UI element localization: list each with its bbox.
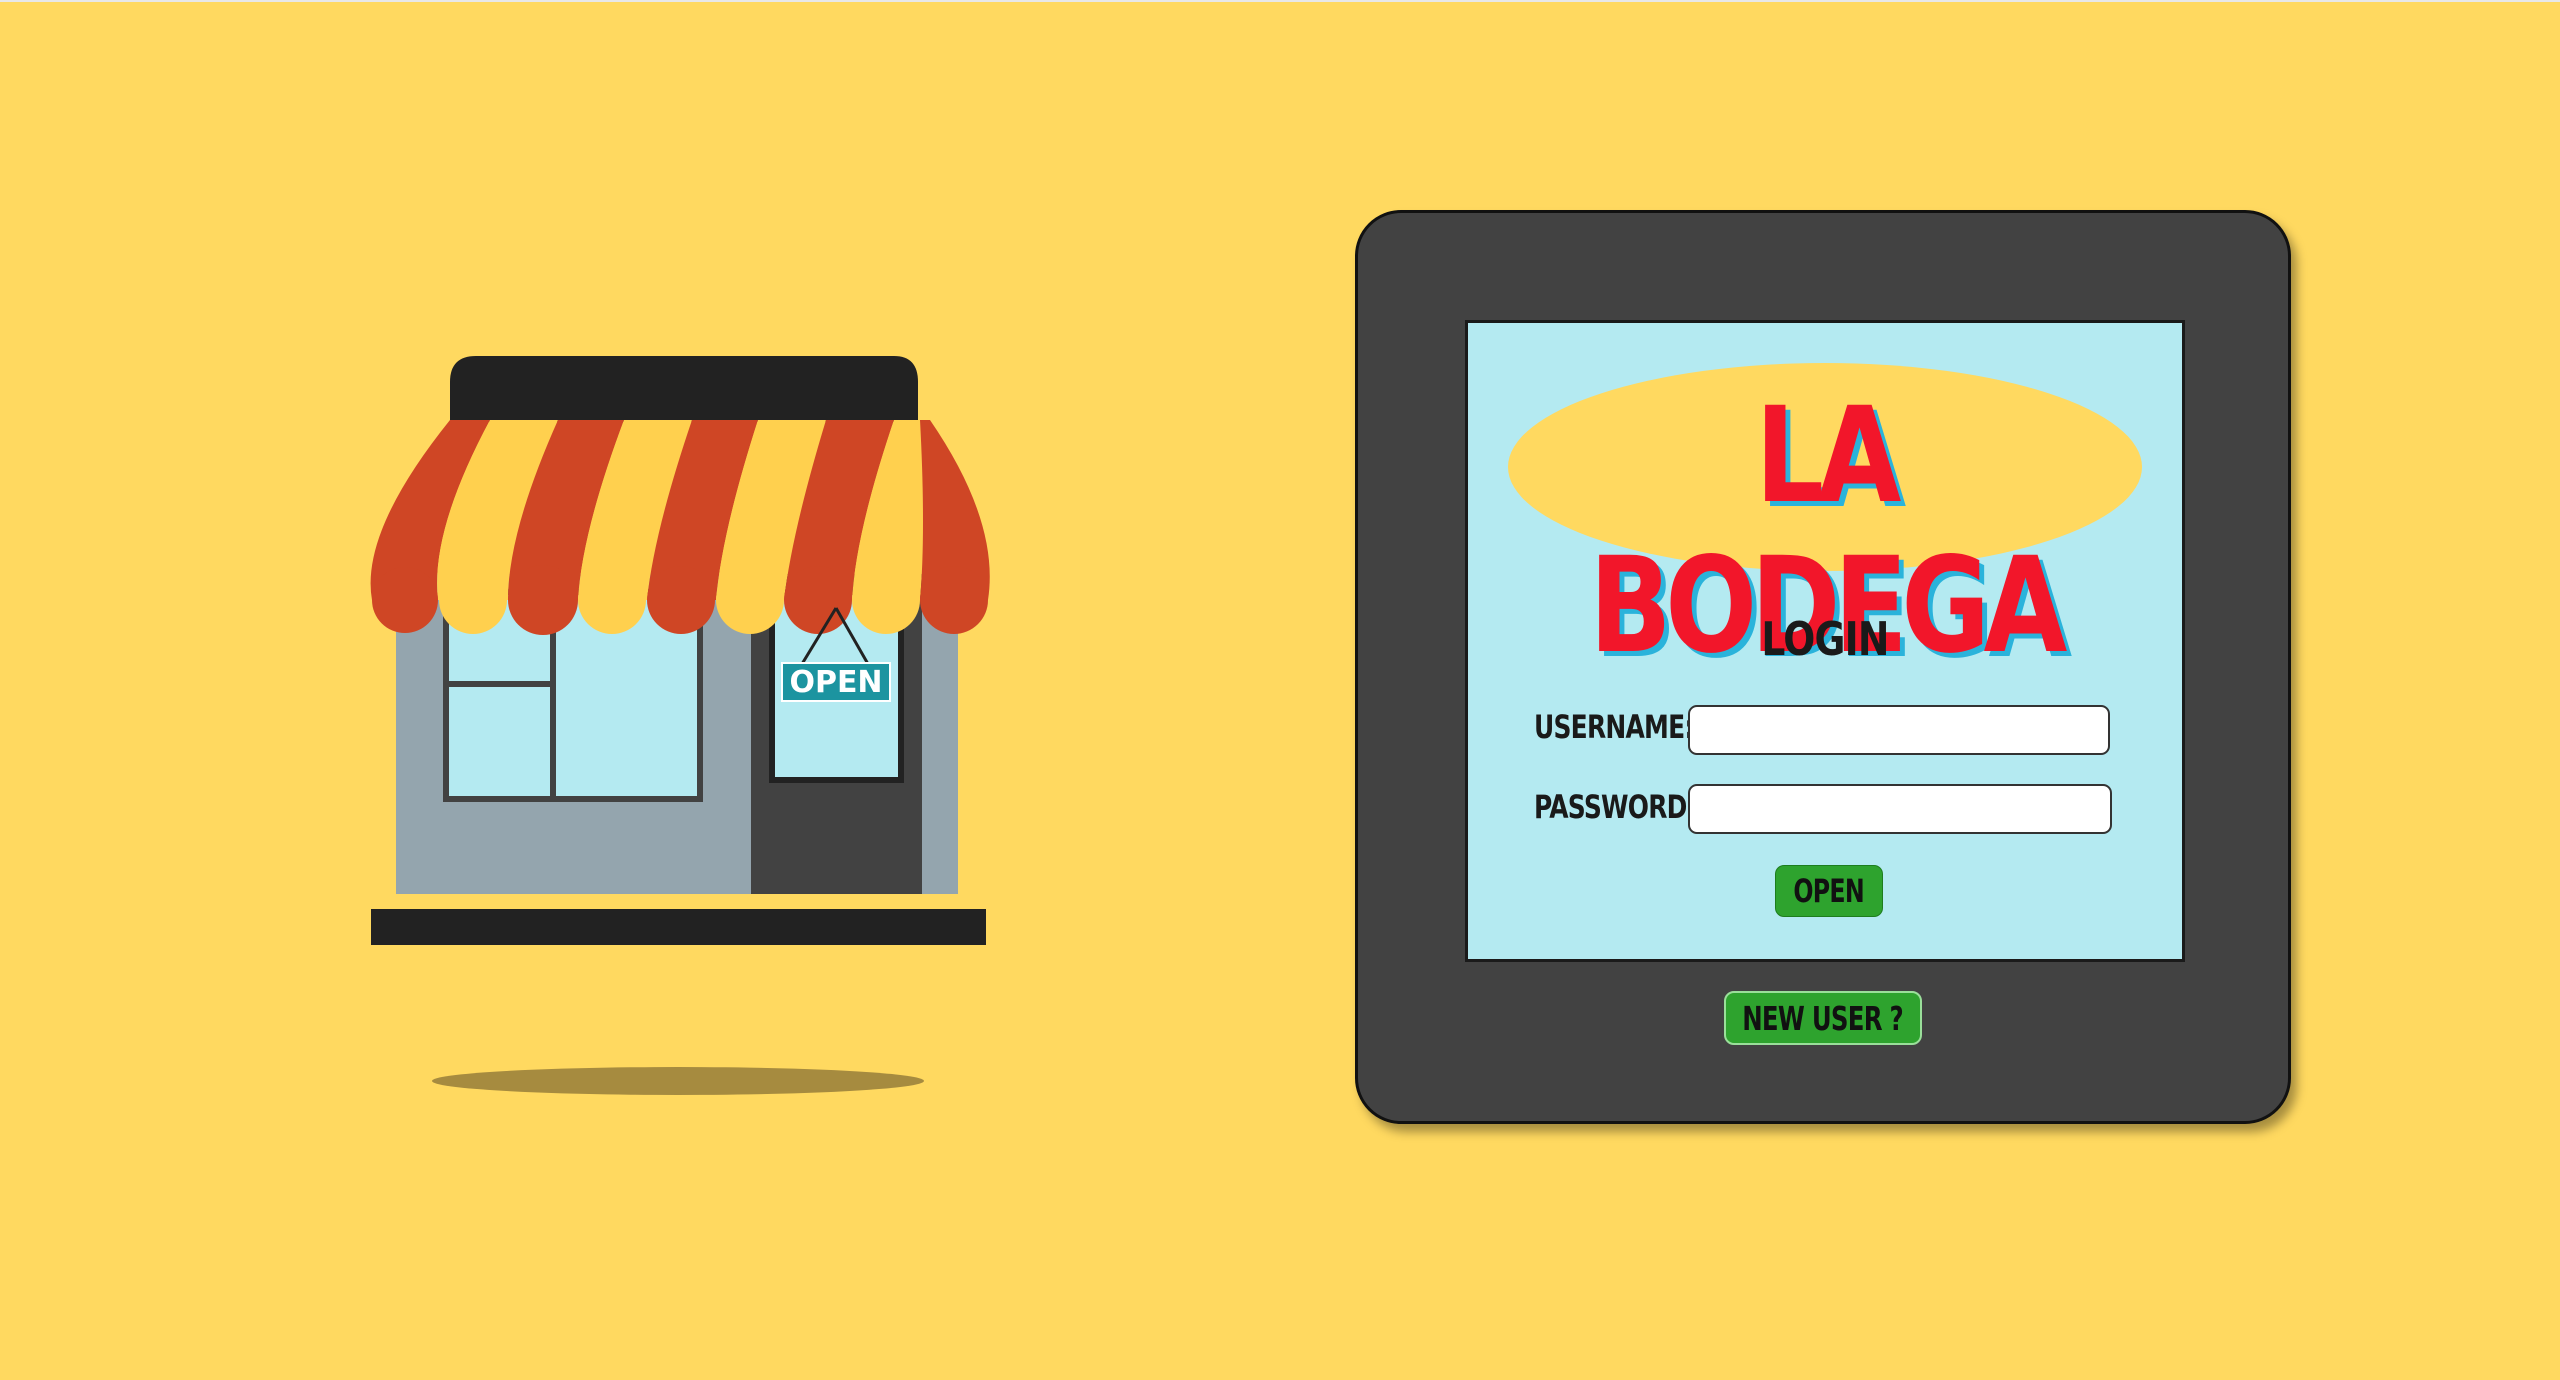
password-label: PASSWORD: [1534,788,1697,826]
tablet-frame: LA BODEGA LOGIN USERNAME: PASSWORD: OPEN… [1355,210,2291,1124]
username-input[interactable] [1688,705,2110,755]
open-button[interactable]: OPEN [1775,865,1883,917]
open-button-label: OPEN [1793,872,1865,910]
open-sign-text: OPEN [789,665,882,700]
login-title: LOGIN [1761,612,1889,666]
login-screen: LA BODEGA LOGIN USERNAME: PASSWORD: OPEN [1465,320,2185,962]
username-label: USERNAME: [1534,708,1694,746]
new-user-button-label: NEW USER ? [1742,998,1904,1038]
new-user-button[interactable]: NEW USER ? [1724,991,1922,1045]
login-page: OPEN LA BODEGA LOGIN USERNAME: PASSWORD:… [0,0,2560,1380]
storefront-icon: OPEN [360,342,1000,1112]
password-input[interactable] [1688,784,2112,834]
store-shadow [432,1067,924,1095]
